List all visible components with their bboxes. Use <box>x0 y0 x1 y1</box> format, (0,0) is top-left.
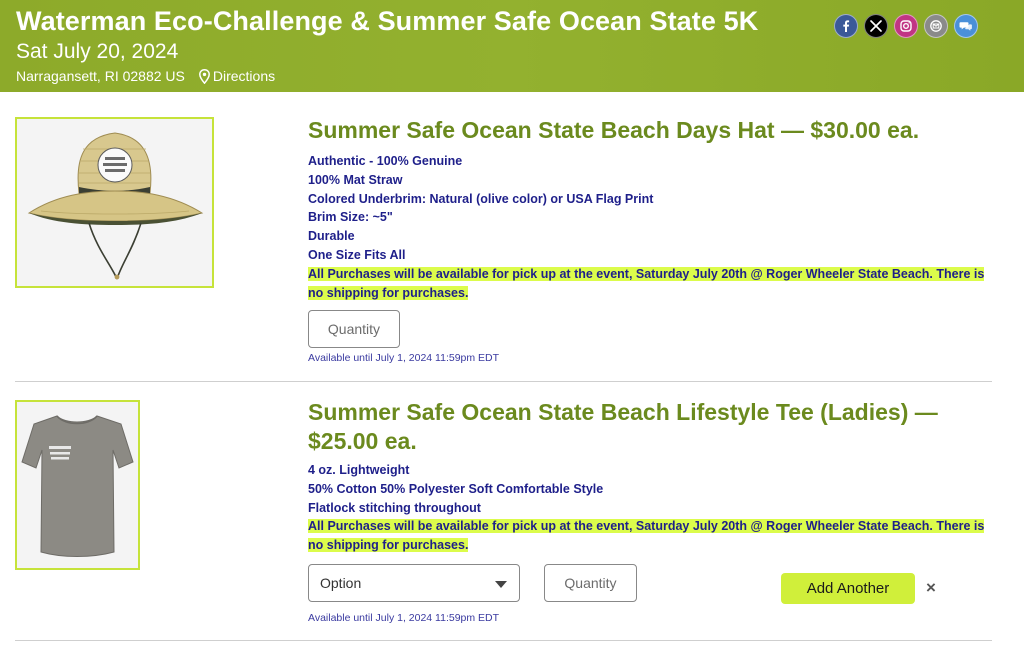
directions-link[interactable]: Directions <box>213 68 275 84</box>
map-pin-icon <box>198 68 210 84</box>
feature-item: Durable <box>308 229 355 244</box>
chat-icon[interactable] <box>954 14 978 38</box>
product-image-tee[interactable] <box>15 400 140 570</box>
instagram-icon[interactable] <box>894 14 918 38</box>
chevron-down-icon <box>495 581 507 588</box>
event-header: Waterman Eco-Challenge & Summer Safe Oce… <box>0 0 1024 92</box>
product-features: Authentic - 100% Genuine 100% Mat Straw … <box>308 152 998 302</box>
quantity-input[interactable]: Quantity <box>308 310 400 348</box>
remove-icon[interactable]: × <box>926 578 936 598</box>
availability-text: Available until July 1, 2024 11:59pm EDT <box>308 612 500 624</box>
option-select[interactable]: Option <box>308 564 520 602</box>
feature-item: 50% Cotton 50% Polyester Soft Comfortabl… <box>308 481 604 496</box>
availability-text: Available until July 1, 2024 11:59pm EDT <box>308 352 500 364</box>
event-date: Sat July 20, 2024 <box>16 40 179 63</box>
pickup-notice: All Purchases will be available for pick… <box>308 519 985 553</box>
feature-item: Authentic - 100% Genuine <box>308 154 463 168</box>
event-title: Waterman Eco-Challenge & Summer Safe Oce… <box>16 6 759 36</box>
feature-item: 100% Mat Straw <box>308 172 403 187</box>
option-select-label: Option <box>320 575 362 591</box>
event-location: Narragansett, RI 02882 US <box>16 68 185 84</box>
feature-item: Brim Size: ~5" <box>308 210 393 225</box>
tshirt-image <box>17 402 138 568</box>
product-title: Summer Safe Ocean State Beach Days Hat —… <box>308 117 920 143</box>
add-another-button[interactable]: Add Another <box>781 573 915 604</box>
feature-item: Colored Underbrim: Natural (olive color)… <box>308 191 654 206</box>
email-icon[interactable] <box>924 14 948 38</box>
product-title: Summer Safe Ocean State Beach Lifestyle … <box>308 399 938 454</box>
straw-hat-image <box>17 119 212 286</box>
social-share-bar <box>834 14 984 38</box>
facebook-icon[interactable] <box>834 14 858 38</box>
product-image-hat[interactable] <box>15 117 214 288</box>
feature-item: One Size Fits All <box>308 247 406 262</box>
event-location-row: Narragansett, RI 02882 US Directions <box>16 68 275 84</box>
divider <box>15 640 992 641</box>
pickup-notice: All Purchases will be available for pick… <box>308 266 985 300</box>
divider <box>15 381 992 382</box>
product-features: 4 oz. Lightweight 50% Cotton 50% Polyest… <box>308 461 998 555</box>
feature-item: 4 oz. Lightweight <box>308 463 410 477</box>
feature-item: Flatlock stitching throughout <box>308 500 481 515</box>
quantity-input[interactable]: Quantity <box>544 564 637 602</box>
x-icon[interactable] <box>864 14 888 38</box>
